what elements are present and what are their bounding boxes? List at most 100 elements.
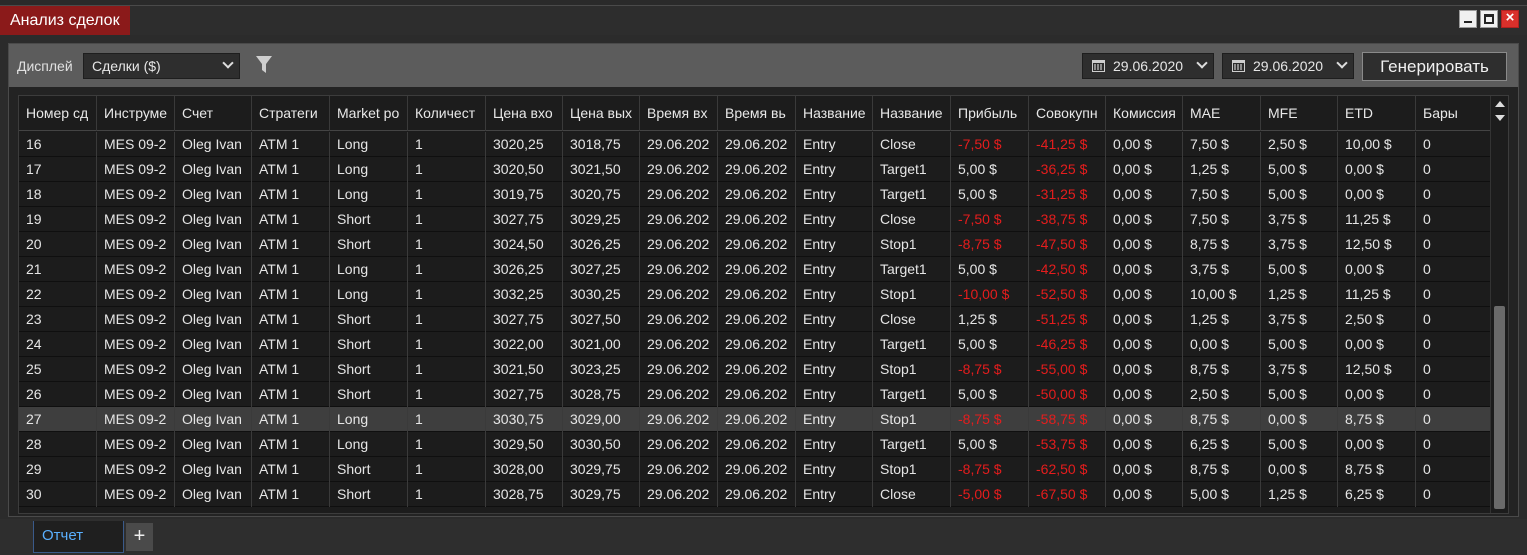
add-tab-button[interactable]: + (126, 523, 153, 551)
table-row[interactable]: 24 MES 09-2 Oleg Ivan ATM 1 Short 1 3022,00 302… (19, 332, 1493, 357)
table-cell: Oleg Ivan (175, 282, 252, 307)
table-cell: Entry (796, 307, 873, 332)
table-cell: 11,25 $ (1338, 282, 1416, 307)
table-row[interactable]: 30 MES 09-2 Oleg Ivan ATM 1 Short 1 3028,75 302… (19, 482, 1493, 507)
table-cell: 3027,75 (486, 382, 563, 407)
table-cell: 0,00 $ (1106, 307, 1183, 332)
column-header[interactable]: Комиссия (1106, 96, 1183, 131)
table-cell: ATM 1 (252, 257, 330, 282)
generate-button[interactable]: Генерировать (1362, 52, 1507, 81)
table-cell: 29.06.202 (640, 307, 718, 332)
filter-icon[interactable] (256, 56, 272, 74)
table-cell: 3029,00 (563, 407, 640, 432)
maximize-button[interactable] (1480, 10, 1498, 28)
table-cell: 0 (1416, 432, 1493, 457)
calendar-icon (1232, 60, 1245, 72)
table-row[interactable]: 20 MES 09-2 Oleg Ivan ATM 1 Short 1 3024,50 302… (19, 232, 1493, 257)
table-cell: 3,75 $ (1261, 357, 1338, 382)
table-cell: 0,00 $ (1106, 207, 1183, 232)
table-cell: Oleg Ivan (175, 132, 252, 157)
column-header[interactable]: Время вх (640, 96, 718, 131)
table-cell: MES 09-2 (97, 382, 175, 407)
chevron-down-icon (222, 57, 234, 69)
table-cell: 0 (1416, 482, 1493, 507)
table-row[interactable]: 27 MES 09-2 Oleg Ivan ATM 1 Long 1 3030,75 3029… (19, 407, 1493, 432)
column-header[interactable]: Название (796, 96, 873, 131)
table-cell: 3023,25 (563, 357, 640, 382)
table-cell: ATM 1 (252, 357, 330, 382)
table-cell: 26 (19, 382, 97, 407)
table-row[interactable]: 19 MES 09-2 Oleg Ivan ATM 1 Short 1 3027,75 302… (19, 207, 1493, 232)
table-cell: 0,00 $ (1338, 332, 1416, 357)
table-row[interactable]: 21 MES 09-2 Oleg Ivan ATM 1 Long 1 3026,25 3027… (19, 257, 1493, 282)
table-row[interactable]: 18 MES 09-2 Oleg Ivan ATM 1 Long 1 3019,75 3020… (19, 182, 1493, 207)
table-cell: 29.06.202 (718, 482, 796, 507)
table-cell: 5,00 $ (951, 182, 1029, 207)
window-title: Анализ сделок (0, 6, 130, 35)
table-cell: 29.06.202 (718, 407, 796, 432)
date-from-select[interactable]: 29.06.2020 (1082, 53, 1214, 79)
table-cell: 29.06.202 (718, 282, 796, 307)
minimize-button[interactable] (1459, 10, 1477, 28)
table-cell: 3,75 $ (1261, 207, 1338, 232)
table-cell: 2,50 $ (1183, 382, 1261, 407)
scrollbar-thumb[interactable] (1494, 306, 1505, 509)
table-row[interactable]: 26 MES 09-2 Oleg Ivan ATM 1 Short 1 3027,75 302… (19, 382, 1493, 407)
title-bar[interactable]: Анализ сделок × (0, 6, 1527, 35)
scroll-up-icon[interactable] (1495, 101, 1505, 107)
table-cell: 8,75 $ (1338, 457, 1416, 482)
table-cell: 1 (408, 182, 486, 207)
column-header[interactable]: Цена вых (563, 96, 640, 131)
table-cell: 3028,75 (486, 482, 563, 507)
column-header[interactable]: Номер сд (19, 96, 97, 131)
table-cell: 6,25 $ (1183, 432, 1261, 457)
column-header[interactable]: ETD (1338, 96, 1416, 131)
column-header[interactable]: Совокупн (1029, 96, 1106, 131)
table-cell: 3030,75 (486, 407, 563, 432)
table-cell: 21 (19, 257, 97, 282)
table-cell: 18 (19, 182, 97, 207)
table-cell: Stop1 (873, 357, 951, 382)
table-cell: 0,00 $ (1338, 257, 1416, 282)
column-header[interactable]: Количест (408, 96, 486, 131)
table-cell: 5,00 $ (1261, 382, 1338, 407)
tab-report[interactable]: Отчет (33, 521, 124, 553)
column-header[interactable]: Бары (1416, 96, 1493, 131)
table-cell: 5,00 $ (951, 382, 1029, 407)
table-cell: 29.06.202 (718, 257, 796, 282)
column-header[interactable]: Цена вхо (486, 96, 563, 131)
table-cell: 12,50 $ (1338, 232, 1416, 257)
column-header[interactable]: Market po (330, 96, 408, 131)
column-header[interactable]: Стратеги (252, 96, 330, 131)
table-row[interactable]: 29 MES 09-2 Oleg Ivan ATM 1 Short 1 3028,00 302… (19, 457, 1493, 482)
date-to-select[interactable]: 29.06.2020 (1222, 53, 1354, 79)
column-header[interactable]: MFE (1261, 96, 1338, 131)
table-row[interactable]: 28 MES 09-2 Oleg Ivan ATM 1 Long 1 3029,50 3030… (19, 432, 1493, 457)
column-header[interactable]: MAE (1183, 96, 1261, 131)
column-header[interactable]: Счет (175, 96, 252, 131)
table-row[interactable]: 25 MES 09-2 Oleg Ivan ATM 1 Short 1 3021,50 302… (19, 357, 1493, 382)
table-cell: 0 (1416, 357, 1493, 382)
scroll-down-icon[interactable] (1495, 115, 1505, 121)
table-cell: -46,25 $ (1029, 332, 1106, 357)
table-cell: 0,00 $ (1106, 432, 1183, 457)
table-cell: Entry (796, 457, 873, 482)
display-select[interactable]: Сделки ($) (83, 53, 240, 79)
column-header[interactable]: Прибыль (951, 96, 1029, 131)
table-cell: 3030,50 (563, 432, 640, 457)
table-row[interactable]: 22 MES 09-2 Oleg Ivan ATM 1 Long 1 3032,25 3030… (19, 282, 1493, 307)
close-button[interactable]: × (1501, 9, 1519, 28)
column-header[interactable]: Время вь (718, 96, 796, 131)
column-header[interactable]: Инструме (97, 96, 175, 131)
table-row[interactable]: 23 MES 09-2 Oleg Ivan ATM 1 Short 1 3027,75 302… (19, 307, 1493, 332)
table-row[interactable]: 17 MES 09-2 Oleg Ivan ATM 1 Long 1 3020,50 3021… (19, 157, 1493, 182)
table-cell: 1 (408, 432, 486, 457)
table-cell: MES 09-2 (97, 482, 175, 507)
table-cell: Entry (796, 182, 873, 207)
table-cell: Entry (796, 432, 873, 457)
column-header[interactable]: Название (873, 96, 951, 131)
table-cell: 8,75 $ (1183, 457, 1261, 482)
vertical-scrollbar[interactable] (1490, 96, 1508, 513)
table-cell: Entry (796, 332, 873, 357)
table-row[interactable]: 16 MES 09-2 Oleg Ivan ATM 1 Long 1 3020,25 3018… (19, 132, 1493, 157)
